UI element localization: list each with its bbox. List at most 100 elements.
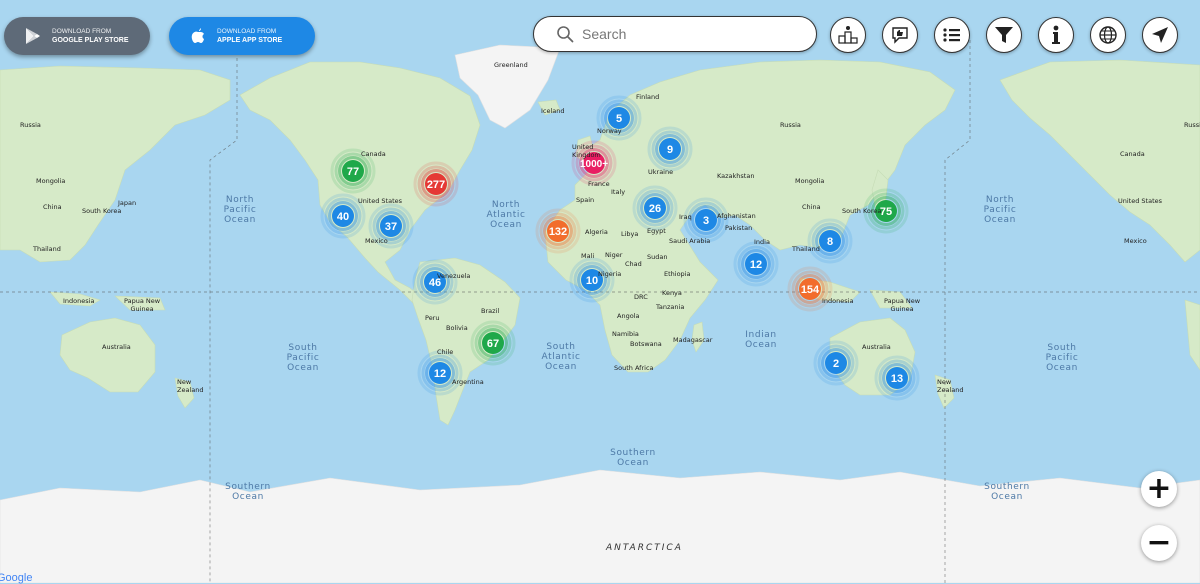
zoom-in-button[interactable]: + bbox=[1141, 471, 1177, 507]
leaderboard-button[interactable] bbox=[830, 17, 866, 53]
place-india: India bbox=[754, 238, 770, 246]
place-russia-right: Russia bbox=[1184, 121, 1200, 129]
place-south-korea: South Korea bbox=[842, 207, 882, 215]
ocean-label-southern-left: Southern Ocean bbox=[225, 482, 271, 502]
place-madagascar: Madagascar bbox=[673, 336, 713, 344]
cluster-count: 1000+ bbox=[580, 159, 608, 170]
cluster-marker[interactable]: 12 bbox=[417, 350, 463, 396]
place-united-kingdom: United Kingdom bbox=[572, 143, 601, 159]
place-algeria: Algeria bbox=[585, 228, 608, 236]
apple-store-line2: APPLE APP STORE bbox=[217, 37, 283, 44]
place-south-korea-left: South Korea bbox=[82, 207, 122, 215]
globe-icon bbox=[1099, 26, 1117, 44]
place-libya: Libya bbox=[621, 230, 639, 238]
cluster-count: 132 bbox=[549, 226, 567, 238]
place-italy: Italy bbox=[611, 188, 626, 196]
cluster-count: 67 bbox=[487, 338, 499, 350]
google-store-line2: GOOGLE PLAY STORE bbox=[52, 37, 129, 44]
cluster-marker[interactable]: 13 bbox=[874, 355, 920, 401]
place-russia-center: Russia bbox=[780, 121, 801, 129]
globe-button[interactable] bbox=[1090, 17, 1126, 53]
zoom-out-button[interactable]: − bbox=[1141, 525, 1177, 561]
feedback-button[interactable] bbox=[882, 17, 918, 53]
place-kazakhstan: Kazakhstan bbox=[717, 172, 755, 180]
place-south-africa: South Africa bbox=[614, 364, 654, 372]
place-afghanistan: Afghanistan bbox=[717, 212, 756, 220]
place-united-states-right: United States bbox=[1118, 197, 1163, 205]
place-angola: Angola bbox=[617, 312, 640, 320]
place-papua: Papua New Guinea bbox=[884, 297, 921, 313]
place-kenya: Kenya bbox=[662, 289, 682, 297]
minus-icon: − bbox=[1146, 525, 1172, 560]
place-iceland: Iceland bbox=[541, 107, 565, 115]
ocean-label-north-atlantic: North Atlantic Ocean bbox=[486, 200, 526, 230]
place-sudan: Sudan bbox=[647, 253, 668, 261]
place-iraq: Iraq bbox=[679, 213, 692, 221]
cluster-marker[interactable]: 12 bbox=[733, 241, 779, 287]
info-icon bbox=[1052, 25, 1060, 44]
place-new-zealand: New Zealand bbox=[937, 378, 964, 394]
ocean-label-south-pacific-left: South Pacific Ocean bbox=[286, 343, 320, 373]
place-mongolia-left: Mongolia bbox=[36, 177, 66, 185]
place-indonesia-left: Indonesia bbox=[63, 297, 95, 305]
place-egypt: Egypt bbox=[647, 227, 666, 235]
list-button[interactable] bbox=[934, 17, 970, 53]
antarctica-label: ANTARCTICA bbox=[606, 543, 683, 553]
cluster-marker[interactable]: 46 bbox=[412, 259, 458, 305]
place-mexico-right: Mexico bbox=[1124, 237, 1147, 245]
place-greenland: Greenland bbox=[494, 61, 528, 69]
cluster-count: 37 bbox=[385, 221, 397, 233]
cluster-marker[interactable]: 277 bbox=[413, 161, 459, 207]
place-spain: Spain bbox=[576, 196, 595, 204]
ocean-label-southern-center: Southern Ocean bbox=[610, 448, 656, 468]
navigation-arrow-icon bbox=[1152, 27, 1168, 43]
place-indonesia: Indonesia bbox=[822, 297, 854, 305]
place-united-states: United States bbox=[358, 197, 403, 205]
info-button[interactable] bbox=[1038, 17, 1074, 53]
cluster-count: 26 bbox=[649, 203, 661, 215]
cluster-count: 10 bbox=[586, 275, 598, 287]
place-ukraine: Ukraine bbox=[648, 168, 674, 176]
locate-button[interactable] bbox=[1142, 17, 1178, 53]
google-attribution: Google bbox=[0, 572, 33, 584]
place-pakistan: Pakistan bbox=[725, 224, 753, 232]
place-thailand: Thailand bbox=[792, 245, 820, 253]
search-box[interactable] bbox=[533, 16, 817, 52]
search-input[interactable] bbox=[580, 25, 804, 43]
place-france: France bbox=[588, 180, 610, 188]
place-australia-left: Australia bbox=[102, 343, 131, 351]
cluster-count: 12 bbox=[750, 259, 762, 271]
cluster-count: 8 bbox=[827, 236, 833, 248]
cluster-marker[interactable]: 67 bbox=[470, 320, 516, 366]
ocean-label-southern-right: Southern Ocean bbox=[984, 482, 1030, 502]
place-chad: Chad bbox=[625, 260, 642, 268]
cluster-marker[interactable]: 9 bbox=[647, 126, 693, 172]
place-ethiopia: Ethiopia bbox=[664, 270, 691, 278]
google-play-store-button[interactable]: DOWNLOAD FROM GOOGLE PLAY STORE bbox=[4, 17, 150, 55]
cluster-marker[interactable]: 132 bbox=[535, 208, 581, 254]
place-papua-left: Papua New Guinea bbox=[124, 297, 161, 313]
cluster-marker[interactable]: 10 bbox=[569, 257, 615, 303]
google-play-icon bbox=[22, 25, 44, 47]
cluster-count: 13 bbox=[891, 373, 903, 385]
cluster-count: 154 bbox=[801, 284, 820, 296]
place-japan-left: Japan bbox=[118, 199, 137, 207]
filter-button[interactable] bbox=[986, 17, 1022, 53]
place-tanzania: Tanzania bbox=[656, 303, 685, 311]
place-china: China bbox=[802, 203, 821, 211]
ocean-label-north-pacific-left: North Pacific Ocean bbox=[223, 195, 257, 225]
place-saudi-arabia: Saudi Arabia bbox=[669, 237, 711, 245]
place-mexico: Mexico bbox=[365, 237, 388, 245]
cluster-marker[interactable]: 8 bbox=[807, 218, 853, 264]
cluster-count: 75 bbox=[880, 206, 892, 218]
filter-icon bbox=[995, 27, 1013, 43]
cluster-count: 12 bbox=[434, 368, 446, 380]
ocean-label-indian: Indian Ocean bbox=[745, 330, 777, 350]
place-finland: Finland bbox=[636, 93, 660, 101]
apple-app-store-button[interactable]: DOWNLOAD FROM APPLE APP STORE bbox=[169, 17, 315, 55]
cluster-marker[interactable]: 26 bbox=[632, 185, 678, 231]
plus-icon: + bbox=[1146, 471, 1172, 506]
cluster-count: 277 bbox=[427, 179, 445, 191]
place-mongolia: Mongolia bbox=[795, 177, 825, 185]
cluster-marker[interactable]: 2 bbox=[813, 340, 859, 386]
